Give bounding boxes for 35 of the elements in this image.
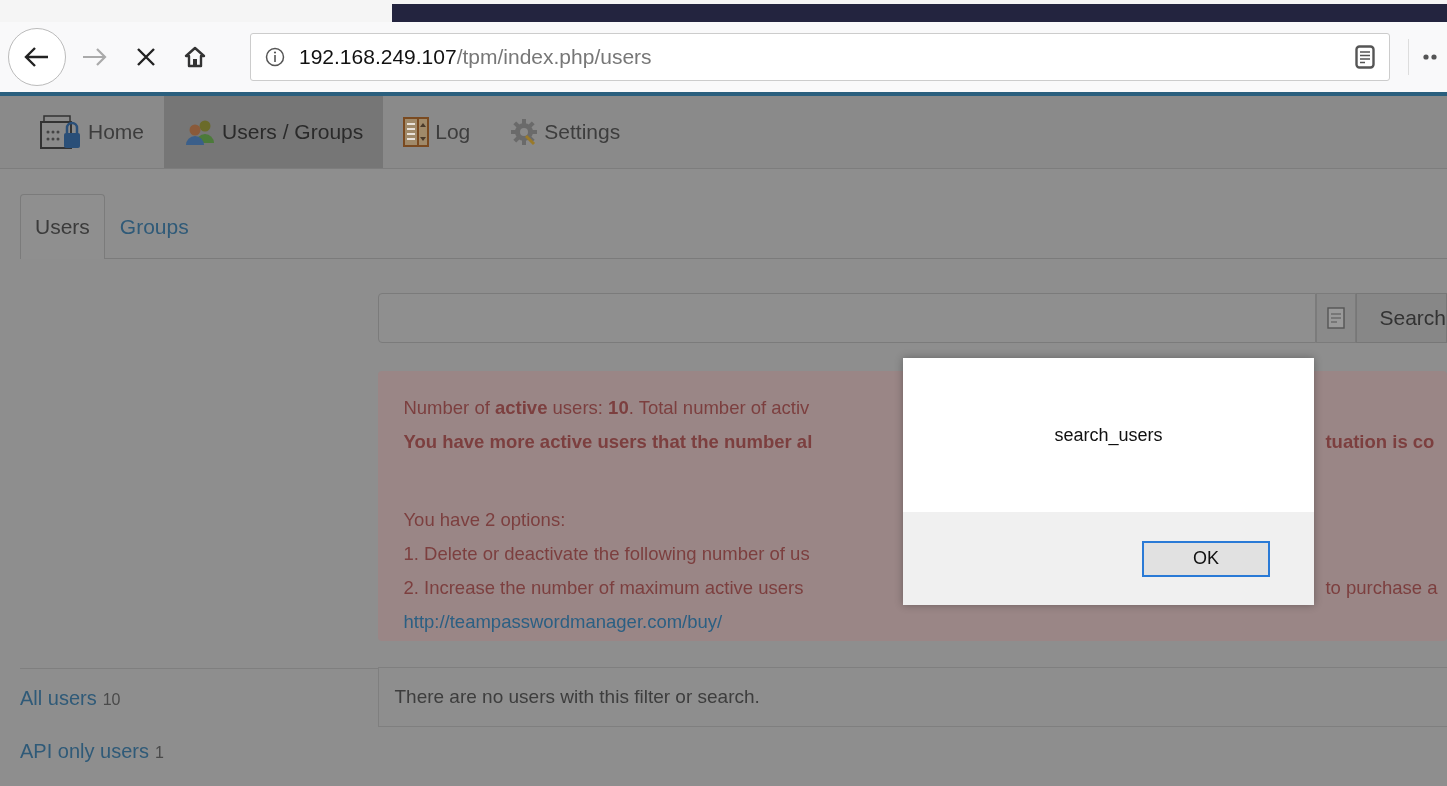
alert-text: 1. Delete or deactivate the following number of us: [403, 543, 811, 565]
filter-count: 10: [102, 691, 121, 709]
nav-item[interactable]: Settings: [490, 96, 641, 168]
tab[interactable]: Groups: [104, 194, 204, 259]
alert-text: You have more active users that the number al: [403, 431, 814, 453]
users-icon: [184, 119, 217, 145]
home-icon[interactable]: [184, 46, 206, 68]
dialog-message: search_users: [1054, 424, 1163, 446]
nav-item[interactable]: Log: [383, 96, 491, 168]
alert-text: tuation is co: [1325, 431, 1435, 453]
url-text: 192.168.249.107/tpm/index.php/users: [299, 45, 652, 69]
address-field[interactable]: 192.168.249.107/tpm/index.php/users: [250, 33, 1390, 81]
nav-item[interactable]: Home: [20, 96, 165, 168]
alert-text: You have 2 options:: [403, 509, 567, 531]
tab[interactable]: Users: [20, 194, 105, 259]
log-icon: [403, 117, 430, 147]
alert-text: to purchase a: [1325, 577, 1438, 599]
back-arrow-icon: [24, 46, 50, 68]
filter-count: 1: [154, 744, 164, 762]
info-icon[interactable]: [265, 47, 285, 67]
alert-text: Number of active users: 10. Total number of activ: [403, 397, 811, 419]
safe-lock-icon: [40, 114, 82, 150]
alert-text: 2. Increase the number of maximum active users: [403, 577, 805, 599]
search-button[interactable]: Search: [1356, 293, 1447, 343]
menu-icon[interactable]: [1423, 52, 1437, 62]
purchase-link[interactable]: http://teampasswordmanager.com/buy/: [403, 611, 723, 633]
empty-message: There are no users with this filter or search.: [394, 686, 760, 708]
reader-view-icon[interactable]: [1355, 45, 1375, 69]
filter-link[interactable]: API only users: [20, 740, 149, 763]
filter-link[interactable]: All users: [20, 687, 97, 710]
gear-icon: [510, 118, 539, 146]
ok-button[interactable]: OK: [1142, 540, 1270, 577]
close-icon[interactable]: [136, 47, 156, 67]
nav-item[interactable]: Users / Groups: [164, 96, 384, 168]
document-icon: [1326, 307, 1347, 329]
